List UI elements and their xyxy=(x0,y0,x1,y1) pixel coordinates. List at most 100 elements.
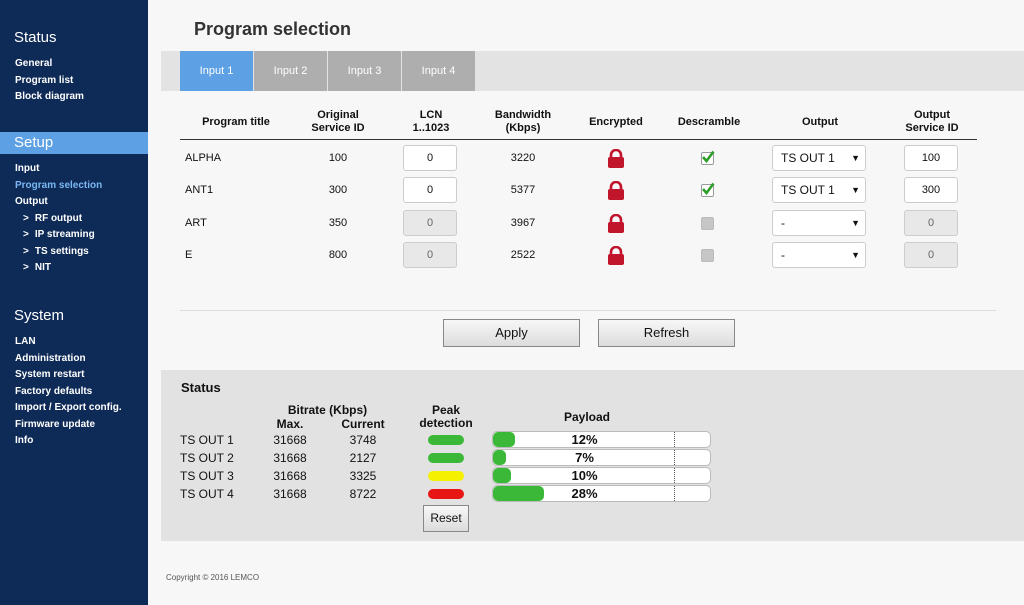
table-row: ANT1 300 0 5377 TS OUT 1 ▼ 300 xyxy=(148,174,1024,206)
nav-item-info[interactable]: Info xyxy=(0,433,148,450)
descramble-checkbox[interactable] xyxy=(701,182,715,197)
nav-item-firmware-update[interactable]: Firmware update xyxy=(0,417,148,434)
lcn-input: 0 xyxy=(403,210,457,236)
refresh-button[interactable]: Refresh xyxy=(598,319,735,347)
output-select[interactable]: - ▼ xyxy=(772,242,866,268)
lock-icon xyxy=(606,245,626,270)
descramble-checkbox[interactable] xyxy=(701,217,714,230)
bitrate-current: 2127 xyxy=(349,451,377,465)
header-original-service-id: Original Service ID xyxy=(298,109,378,135)
lcn-input[interactable]: 0 xyxy=(403,177,457,203)
nav-item-block-diagram[interactable]: Block diagram xyxy=(0,89,148,106)
nav-item-factory-defaults[interactable]: Factory defaults xyxy=(0,384,148,401)
nav-item-general[interactable]: General xyxy=(0,56,148,73)
header-output-service-id-line2: Service ID xyxy=(905,122,959,134)
status-title: Status xyxy=(181,380,221,395)
nav-item-import-export-config[interactable]: Import / Export config. xyxy=(0,400,148,417)
output-select[interactable]: - ▼ xyxy=(772,210,866,236)
output-service-id-input: 0 xyxy=(904,242,958,268)
nav-item-nit[interactable]: NIT xyxy=(0,260,148,277)
status-panel: Status Bitrate (Kbps) Max. Current Peak … xyxy=(161,370,1024,541)
bitrate-current: 3325 xyxy=(349,469,377,483)
output-select-value: TS OUT 1 xyxy=(781,183,835,197)
tab-input-2[interactable]: Input 2 xyxy=(254,51,327,91)
bitrate-max: 31668 xyxy=(273,487,307,501)
header-lcn: LCN 1..1023 xyxy=(392,109,470,135)
payload-percent: 12% xyxy=(571,432,598,447)
nav-item-rf-output[interactable]: RF output xyxy=(0,211,148,228)
header-bitrate: Bitrate (Kbps) xyxy=(265,403,390,417)
header-peak-line2: detection xyxy=(419,416,473,430)
checkmark-icon xyxy=(701,150,715,169)
header-original-service-id-line1: Original xyxy=(317,109,359,121)
nav-item-ts-settings[interactable]: TS settings xyxy=(0,244,148,261)
payload-bar: 28% xyxy=(492,485,711,502)
payload-percent: 10% xyxy=(571,468,598,483)
apply-button[interactable]: Apply xyxy=(443,319,580,347)
nav-item-program-selection[interactable]: Program selection xyxy=(0,178,148,195)
bandwidth-value: 5377 xyxy=(510,184,536,196)
tab-input-1[interactable]: Input 1 xyxy=(180,51,253,91)
bitrate-max: 31668 xyxy=(273,469,307,483)
nav-item-ip-streaming[interactable]: IP streaming xyxy=(0,227,148,244)
nav-section-system: System LAN Administration System restart… xyxy=(0,305,148,450)
sidebar: Status General Program list Block diagra… xyxy=(0,0,148,605)
payload-percent: 7% xyxy=(575,450,594,465)
checkmark-icon xyxy=(701,182,715,201)
peak-indicator xyxy=(428,453,464,463)
bitrate-current: 3748 xyxy=(349,433,377,447)
status-row: TS OUT 2 31668 2127 7% xyxy=(161,449,1024,467)
peak-indicator xyxy=(428,435,464,445)
header-max: Max. xyxy=(276,417,304,431)
reset-button[interactable]: Reset xyxy=(423,505,469,532)
lock-icon xyxy=(606,148,626,173)
header-bandwidth-line1: Bandwidth xyxy=(494,109,552,121)
original-service-id: 800 xyxy=(328,249,348,261)
peak-indicator xyxy=(428,471,464,481)
lcn-input[interactable]: 0 xyxy=(403,145,457,171)
output-select[interactable]: TS OUT 1 ▼ xyxy=(772,145,866,171)
output-service-id-input[interactable]: 100 xyxy=(904,145,958,171)
program-title: ART xyxy=(185,217,207,229)
nav-item-program-list[interactable]: Program list xyxy=(0,73,148,90)
bitrate-max: 31668 xyxy=(273,433,307,447)
descramble-checkbox[interactable] xyxy=(701,249,714,262)
chevron-down-icon: ▼ xyxy=(851,218,860,228)
chevron-down-icon: ▼ xyxy=(851,185,860,195)
payload-bar: 12% xyxy=(492,431,711,448)
output-service-id-input[interactable]: 300 xyxy=(904,177,958,203)
header-lcn-line2: 1..1023 xyxy=(412,122,450,134)
nav-item-administration[interactable]: Administration xyxy=(0,351,148,368)
input-tabs: Input 1 Input 2 Input 3 Input 4 xyxy=(161,51,1024,91)
lcn-input: 0 xyxy=(403,242,457,268)
output-select-value: TS OUT 1 xyxy=(781,151,835,165)
nav-item-lan[interactable]: LAN xyxy=(0,334,148,351)
header-peak-line1: Peak xyxy=(431,403,461,417)
descramble-checkbox[interactable] xyxy=(701,150,715,165)
status-row: TS OUT 4 31668 8722 28% xyxy=(161,485,1024,503)
ts-output-name: TS OUT 4 xyxy=(180,487,234,501)
bitrate-max: 31668 xyxy=(273,451,307,465)
status-row: TS OUT 1 31668 3748 12% xyxy=(161,431,1024,449)
lock-icon xyxy=(606,213,626,238)
header-program-title: Program title xyxy=(202,116,270,128)
nav-item-system-restart[interactable]: System restart xyxy=(0,367,148,384)
header-output: Output xyxy=(801,116,839,128)
nav-heading-setup: Setup xyxy=(0,132,148,154)
chevron-down-icon: ▼ xyxy=(851,153,860,163)
peak-indicator xyxy=(428,489,464,499)
tab-input-3[interactable]: Input 3 xyxy=(328,51,401,91)
nav-section-setup: Setup Input Program selection Output RF … xyxy=(0,132,148,277)
ts-output-name: TS OUT 2 xyxy=(180,451,234,465)
nav-item-input[interactable]: Input xyxy=(0,161,148,178)
tab-input-4[interactable]: Input 4 xyxy=(402,51,475,91)
output-select[interactable]: TS OUT 1 ▼ xyxy=(772,177,866,203)
nav-item-output[interactable]: Output xyxy=(0,194,148,211)
bandwidth-value: 3967 xyxy=(510,217,536,229)
bandwidth-value: 3220 xyxy=(510,152,536,164)
page-title: Program selection xyxy=(194,19,352,39)
header-payload: Payload xyxy=(563,410,611,424)
program-title: ALPHA xyxy=(185,152,222,164)
ts-output-name: TS OUT 3 xyxy=(180,469,234,483)
table-row: ALPHA 100 0 3220 TS OUT 1 ▼ 100 xyxy=(148,142,1024,174)
